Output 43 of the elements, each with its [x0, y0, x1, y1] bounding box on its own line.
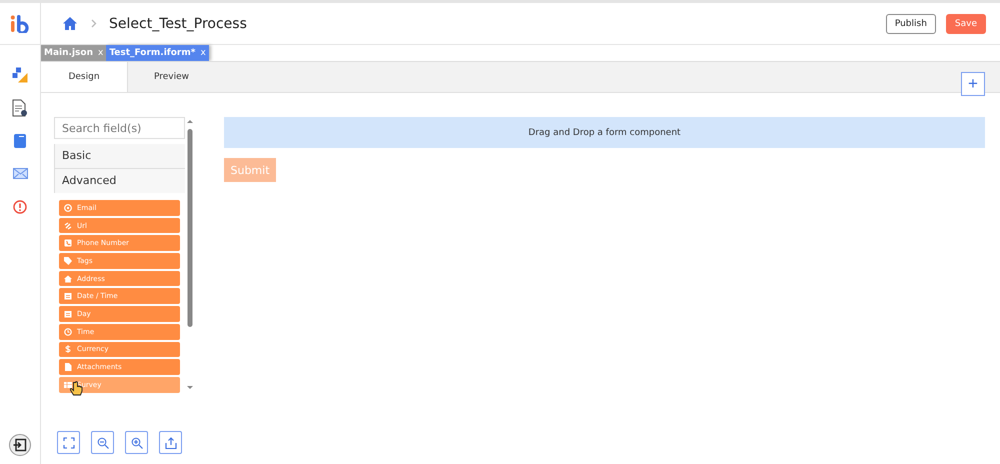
home-icon[interactable]: [63, 17, 77, 30]
search-field[interactable]: Search field(s): [54, 117, 185, 139]
calendar-icon: [64, 310, 72, 318]
link-icon: [64, 222, 72, 230]
chevron-icon: [91, 19, 97, 28]
logo-icon: [10, 14, 30, 32]
fit-screen-icon: [62, 436, 74, 448]
notebook-icon[interactable]: [14, 131, 26, 150]
submit-button[interactable]: Submit: [224, 158, 276, 182]
table-icon: [64, 380, 72, 389]
file-tab[interactable]: Test_Form.iform* x: [106, 45, 209, 61]
calendar-icon: [64, 292, 72, 300]
close-icon[interactable]: x: [98, 48, 104, 58]
zoom-out-button[interactable]: [91, 431, 114, 454]
category-header[interactable]: Basic: [54, 144, 185, 169]
tab-label: Test_Form.iform*: [109, 48, 196, 58]
share-button[interactable]: [159, 431, 182, 454]
save-button[interactable]: Save: [946, 14, 986, 34]
flowchart-icon[interactable]: [12, 65, 28, 84]
view-tab[interactable]: Design: [41, 62, 128, 92]
close-icon[interactable]: x: [200, 48, 206, 58]
file-tab[interactable]: Main.json x: [41, 45, 106, 61]
file-icon: [64, 363, 72, 372]
house-icon: [64, 274, 72, 283]
drop-zone[interactable]: Drag and Drop a form component: [224, 117, 985, 148]
logout-button[interactable]: [9, 434, 31, 456]
zoom-in-button[interactable]: [125, 431, 148, 454]
at-sign-icon: [64, 204, 72, 212]
document-gear-icon[interactable]: [12, 98, 28, 117]
tag-icon: [64, 256, 72, 265]
breadcrumb-title: Select_Test_Process: [109, 16, 247, 32]
tab-label: Main.json: [44, 48, 93, 58]
zoom-out-icon: [96, 436, 108, 448]
share-icon: [164, 436, 176, 448]
publish-button[interactable]: Publish: [886, 14, 936, 34]
add-button[interactable]: +: [961, 72, 985, 96]
fit-screen-button[interactable]: [57, 431, 80, 454]
phone-icon: [64, 239, 72, 248]
clock-icon: [64, 328, 72, 336]
category-header[interactable]: Advanced: [54, 169, 185, 193]
zoom-in-icon: [130, 436, 142, 448]
dollar-icon: [64, 345, 72, 354]
logout-icon: [13, 438, 27, 452]
